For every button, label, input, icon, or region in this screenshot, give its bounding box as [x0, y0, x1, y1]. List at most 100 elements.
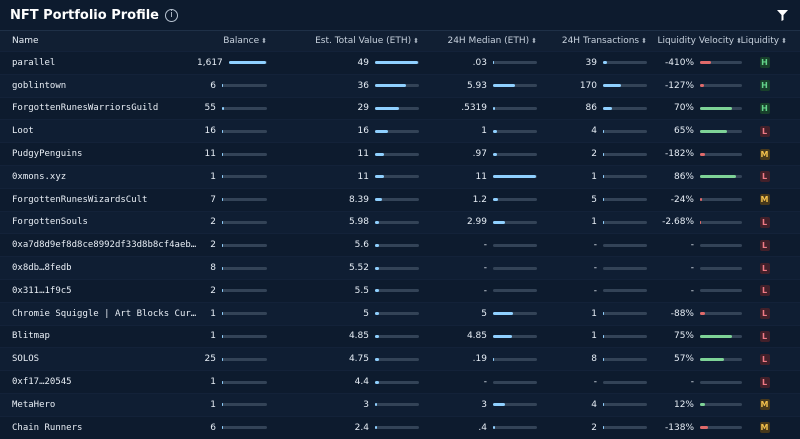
table-row[interactable]: 0x8db…8fedb 8 5.52 - - - L [0, 256, 800, 279]
table-row[interactable]: ForgottenSouls 2 5.98 2.99 1 -2.68% L [0, 211, 800, 234]
collection-name[interactable]: parallel [0, 58, 197, 68]
median-bar [493, 358, 537, 361]
liquidity-cell: L [742, 308, 787, 319]
velocity-value: -2.68% [662, 217, 694, 227]
balance-bar [222, 381, 267, 384]
balance-cell: 1 [197, 377, 267, 387]
liquidity-cell: L [742, 217, 787, 228]
table-row[interactable]: parallel 1,617 49 .03 39 -410% H [0, 51, 800, 74]
liquidity-badge: L [760, 217, 770, 228]
velocity-bar-fill [700, 61, 711, 64]
balance-cell: 2 [197, 240, 267, 250]
velocity-bar [700, 267, 742, 270]
collection-name[interactable]: PudgyPenguins [0, 149, 197, 159]
velocity-cell: -127% [647, 81, 742, 91]
header-balance[interactable]: Balance⬍ [197, 36, 267, 46]
info-icon[interactable]: i [165, 9, 178, 22]
value-cell: 4.85 [267, 331, 419, 341]
table-row[interactable]: 0xa7d8d9ef8d8ce8992df33d8b8cf4aeb… 2 5.6… [0, 233, 800, 256]
header-name[interactable]: Name [0, 36, 197, 46]
header-est-total-value[interactable]: Est. Total Value (ETH)⬍ [267, 36, 419, 46]
tx-bar [603, 61, 647, 64]
header-24h-median[interactable]: 24H Median (ETH)⬍ [419, 36, 537, 46]
median-cell: .5319 [419, 103, 537, 113]
velocity-cell: -2.68% [647, 217, 742, 227]
collection-name[interactable]: 0xmons.xyz [0, 172, 197, 182]
collection-name[interactable]: SOLOS [0, 354, 197, 364]
table-row[interactable]: goblintown 6 36 5.93 170 -127% H [0, 74, 800, 97]
liquidity-badge: L [760, 308, 770, 319]
collection-name[interactable]: ForgottenRunesWarriorsGuild [0, 103, 197, 113]
balance-bar-fill [222, 267, 223, 270]
collection-name[interactable]: Loot [0, 126, 197, 136]
collection-name[interactable]: goblintown [0, 81, 197, 91]
table-row[interactable]: MetaHero 1 3 3 4 12% M [0, 393, 800, 416]
velocity-cell: 70% [647, 103, 742, 113]
velocity-bar-fill [700, 198, 702, 201]
velocity-bar-fill [700, 335, 732, 338]
collection-name[interactable]: 0xa7d8d9ef8d8ce8992df33d8b8cf4aeb… [0, 240, 197, 250]
liquidity-cell: L [742, 377, 787, 388]
value-cell: 5.98 [267, 217, 419, 227]
balance-value: 55 [205, 103, 216, 113]
value-cell: 29 [267, 103, 419, 113]
balance-cell: 1 [197, 309, 267, 319]
liquidity-badge: L [760, 240, 770, 251]
median-bar [493, 403, 537, 406]
liquidity-badge: L [760, 331, 770, 342]
median-value: 2.99 [467, 217, 487, 227]
table-row[interactable]: 0xf17…20545 1 4.4 - - - L [0, 370, 800, 393]
velocity-cell: -24% [647, 195, 742, 205]
table-row[interactable]: 0x311…1f9c5 2 5.5 - - - L [0, 279, 800, 302]
filter-icon[interactable] [777, 6, 788, 25]
table-row[interactable]: Chromie Squiggle | Art Blocks Cur… 1 5 5… [0, 302, 800, 325]
velocity-bar-fill [700, 358, 724, 361]
collection-name[interactable]: 0xf17…20545 [0, 377, 197, 387]
est-total-value: 5.98 [349, 217, 369, 227]
est-total-value: 16 [358, 126, 369, 136]
collection-name[interactable]: ForgottenSouls [0, 217, 197, 227]
velocity-value: 70% [674, 103, 694, 113]
value-bar [375, 175, 419, 178]
balance-bar [222, 403, 267, 406]
liquidity-badge: L [760, 263, 770, 274]
velocity-cell: -138% [647, 423, 742, 433]
collection-name[interactable]: Chain Runners [0, 423, 197, 433]
median-bar [493, 198, 537, 201]
velocity-value: - [691, 263, 694, 273]
table-row[interactable]: SOLOS 25 4.75 .19 8 57% L [0, 347, 800, 370]
collection-name[interactable]: 0x8db…8fedb [0, 263, 197, 273]
header-liquidity[interactable]: Liquidity⬍ [742, 36, 787, 46]
table-row[interactable]: Chain Runners 6 2.4 .4 2 -138% M [0, 416, 800, 439]
median-value: .97 [473, 149, 487, 159]
tx-value: - [594, 377, 597, 387]
table-row[interactable]: PudgyPenguins 11 11 .97 2 -182% M [0, 142, 800, 165]
liquidity-cell: M [742, 149, 787, 160]
balance-bar [222, 107, 267, 110]
median-cell: 1 [419, 126, 537, 136]
header-liquidity-velocity[interactable]: Liquidity Velocity⬍ [647, 36, 742, 46]
balance-cell: 25 [197, 354, 267, 364]
table-row[interactable]: ForgottenRunesWizardsCult 7 8.39 1.2 5 -… [0, 188, 800, 211]
velocity-value: -138% [665, 423, 694, 433]
table-row[interactable]: ForgottenRunesWarriorsGuild 55 29 .5319 … [0, 97, 800, 120]
velocity-bar [700, 381, 742, 384]
median-cell: 5.93 [419, 81, 537, 91]
value-bar-fill [375, 221, 379, 224]
collection-name[interactable]: MetaHero [0, 400, 197, 410]
velocity-bar [700, 426, 742, 429]
value-bar [375, 312, 419, 315]
collection-name[interactable]: 0x311…1f9c5 [0, 286, 197, 296]
collection-name[interactable]: Blitmap [0, 331, 197, 341]
header-24h-transactions[interactable]: 24H Transactions⬍ [537, 36, 647, 46]
collection-name[interactable]: ForgottenRunesWizardsCult [0, 195, 197, 205]
value-bar-fill [375, 107, 399, 110]
est-total-value: 4.4 [355, 377, 369, 387]
table-row[interactable]: Blitmap 1 4.85 4.85 1 75% L [0, 325, 800, 348]
median-bar [493, 312, 537, 315]
velocity-cell: -182% [647, 149, 742, 159]
collection-name[interactable]: Chromie Squiggle | Art Blocks Cur… [0, 309, 197, 319]
table-row[interactable]: 0xmons.xyz 1 11 11 1 86% L [0, 165, 800, 188]
velocity-bar [700, 84, 742, 87]
table-row[interactable]: Loot 16 16 1 4 65% L [0, 119, 800, 142]
